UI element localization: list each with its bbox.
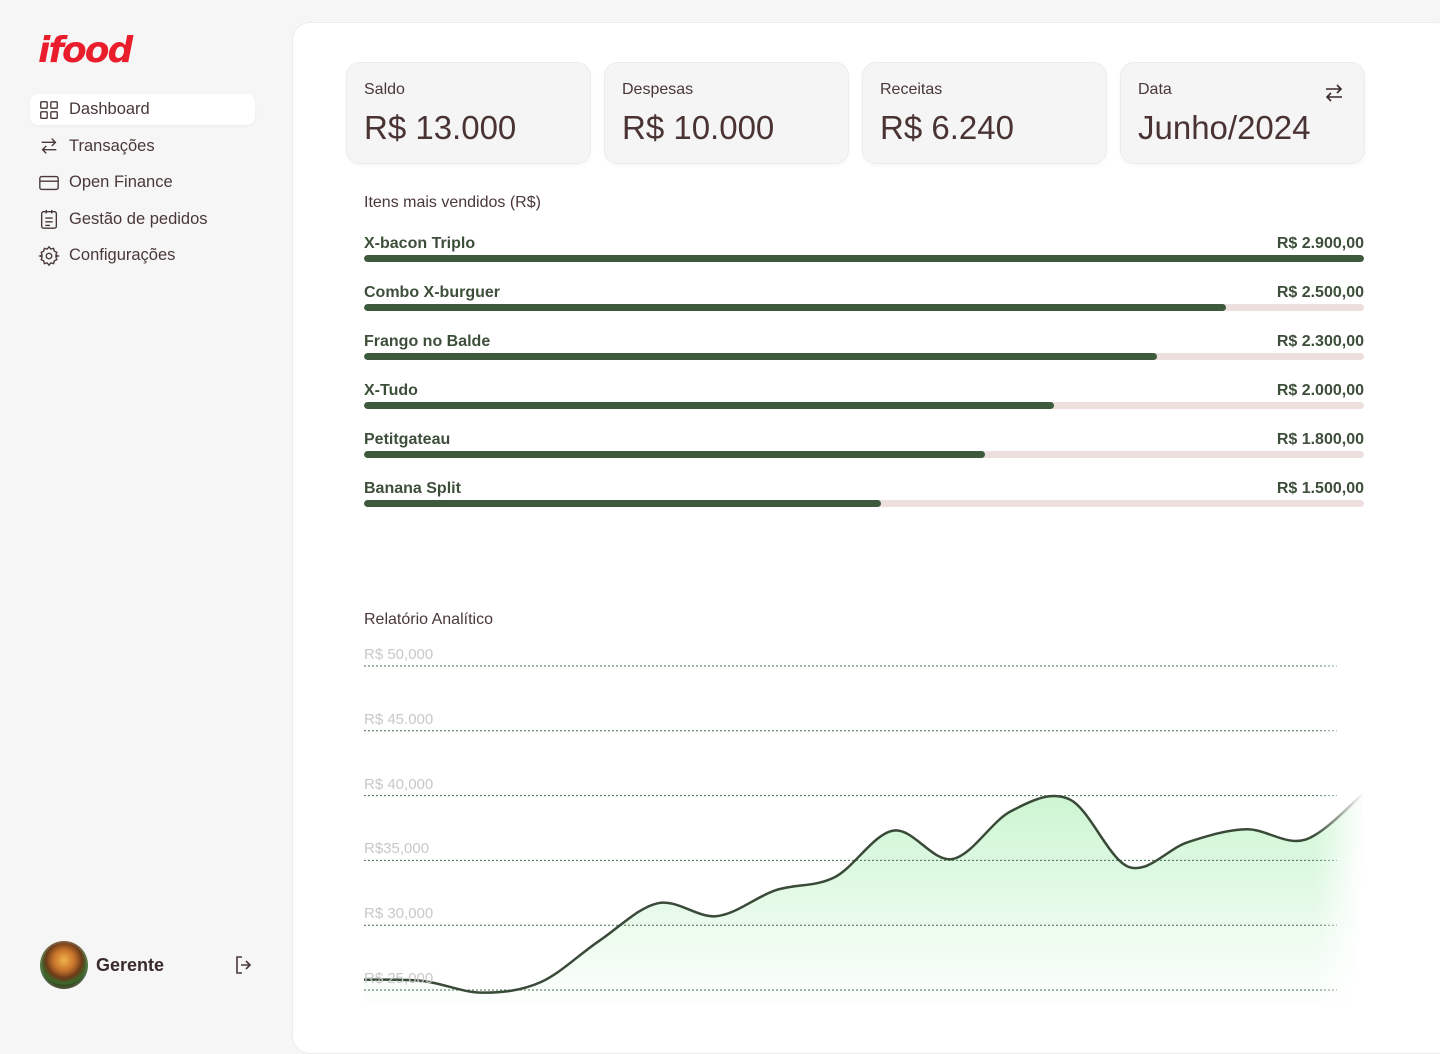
y-tick-label: R$ 40,000: [364, 775, 434, 793]
item-value: R$ 1.800,00: [1276, 431, 1364, 448]
user-profile: Gerente: [40, 941, 256, 989]
list-item: X-bacon Triplo R$ 2.900,00: [364, 235, 1364, 284]
bar-fill: [364, 451, 985, 458]
sidebar: ifood Dashboard Transações Open Finance …: [0, 0, 292, 1024]
swap-arrows-icon: [38, 135, 60, 157]
list-item: Banana Split R$ 1.500,00: [364, 480, 1364, 529]
data-card: Data Junho/2024: [1120, 62, 1365, 164]
chart-svg: [364, 643, 1364, 1013]
card-value: R$ 13.000: [364, 109, 517, 146]
clipboard-icon: [38, 208, 60, 230]
item-name: Petitgateau: [364, 431, 451, 448]
top-items-title: Itens mais vendidos (R$): [364, 194, 541, 211]
main-panel: Saldo R$ 13.000 Despesas R$ 10.000 Recei…: [292, 22, 1440, 1054]
bar-track: [364, 451, 1364, 458]
logout-icon[interactable]: [232, 953, 256, 977]
y-tick-label: R$ 25,000: [364, 970, 434, 988]
bar-track: [364, 304, 1364, 311]
grid-icon: [38, 99, 60, 121]
list-item: Combo X-burguer R$ 2.500,00: [364, 284, 1364, 333]
avatar[interactable]: [40, 941, 88, 989]
sidebar-item-label: Open Finance: [69, 173, 173, 191]
card-value: R$ 10.000: [622, 109, 775, 146]
item-value: R$ 2.500,00: [1276, 284, 1364, 301]
card-label: Data: [1138, 81, 1172, 98]
item-name: Combo X-burguer: [364, 284, 500, 301]
bar-fill: [364, 255, 1364, 262]
item-value: R$ 2.900,00: [1276, 235, 1364, 252]
item-name: X-Tudo: [364, 382, 418, 399]
y-tick-label: R$ 30,000: [364, 905, 434, 923]
y-tick-label: R$35,000: [364, 840, 430, 858]
sidebar-item-gestao-de-pedidos[interactable]: Gestão de pedidos: [30, 204, 255, 235]
credit-card-icon: [38, 172, 60, 194]
sidebar-item-configuracoes[interactable]: Configurações: [30, 240, 255, 271]
sidebar-item-label: Configurações: [69, 246, 176, 264]
bar-track: [364, 402, 1364, 409]
saldo-card: Saldo R$ 13.000: [346, 62, 591, 164]
card-label: Saldo: [364, 81, 405, 98]
sidebar-item-dashboard[interactable]: Dashboard: [30, 94, 255, 125]
sidebar-item-label: Dashboard: [69, 100, 150, 118]
sidebar-item-open-finance[interactable]: Open Finance: [30, 167, 255, 198]
card-value: R$ 6.240: [880, 109, 1014, 146]
sidebar-item-label: Gestão de pedidos: [69, 209, 208, 228]
swap-arrows-icon[interactable]: [1322, 81, 1346, 105]
item-value: R$ 1.500,00: [1276, 480, 1364, 497]
chart-edge-fade: [364, 643, 1364, 1013]
ifood-logo[interactable]: ifood: [38, 30, 133, 71]
bar-fill: [364, 500, 882, 507]
item-name: X-bacon Triplo: [364, 235, 476, 252]
user-name: Gerente: [96, 954, 165, 975]
list-item: Frango no Balde R$ 2.300,00: [364, 333, 1364, 382]
analytics-chart: R$ 50,000 R$ 45.000 R$ 40,000 R$35,000 R$ 30…: [364, 643, 1364, 1013]
bar-track: [364, 353, 1364, 360]
item-name: Frango no Balde: [364, 333, 491, 350]
sidebar-item-transacoes[interactable]: Transações: [30, 131, 255, 162]
receitas-card: Receitas R$ 6.240: [862, 62, 1107, 164]
item-value: R$ 2.300,00: [1276, 333, 1364, 350]
despesas-card: Despesas R$ 10.000: [604, 62, 849, 164]
bar-track: [364, 255, 1364, 262]
bar-fill: [364, 353, 1158, 360]
list-item: X-Tudo R$ 2.000,00: [364, 382, 1364, 431]
bar-fill: [364, 402, 1054, 409]
y-tick-label: R$ 50,000: [364, 645, 434, 663]
bar-track: [364, 500, 1364, 507]
gear-icon: [38, 245, 60, 267]
card-value: Junho/2024: [1138, 109, 1311, 146]
item-value: R$ 2.000,00: [1276, 382, 1364, 399]
report-title: Relatório Analítico: [364, 611, 493, 628]
top-items-list: X-bacon Triplo R$ 2.900,00 Combo X-burgu…: [364, 235, 1364, 529]
card-label: Receitas: [880, 81, 943, 98]
sidebar-nav: Dashboard Transações Open Finance Gestão…: [30, 94, 255, 277]
y-tick-label: R$ 45.000: [364, 710, 434, 728]
bar-fill: [364, 304, 1227, 311]
card-label: Despesas: [622, 81, 694, 98]
list-item: Petitgateau R$ 1.800,00: [364, 431, 1364, 480]
sidebar-item-label: Transações: [69, 136, 155, 155]
item-name: Banana Split: [364, 480, 461, 497]
